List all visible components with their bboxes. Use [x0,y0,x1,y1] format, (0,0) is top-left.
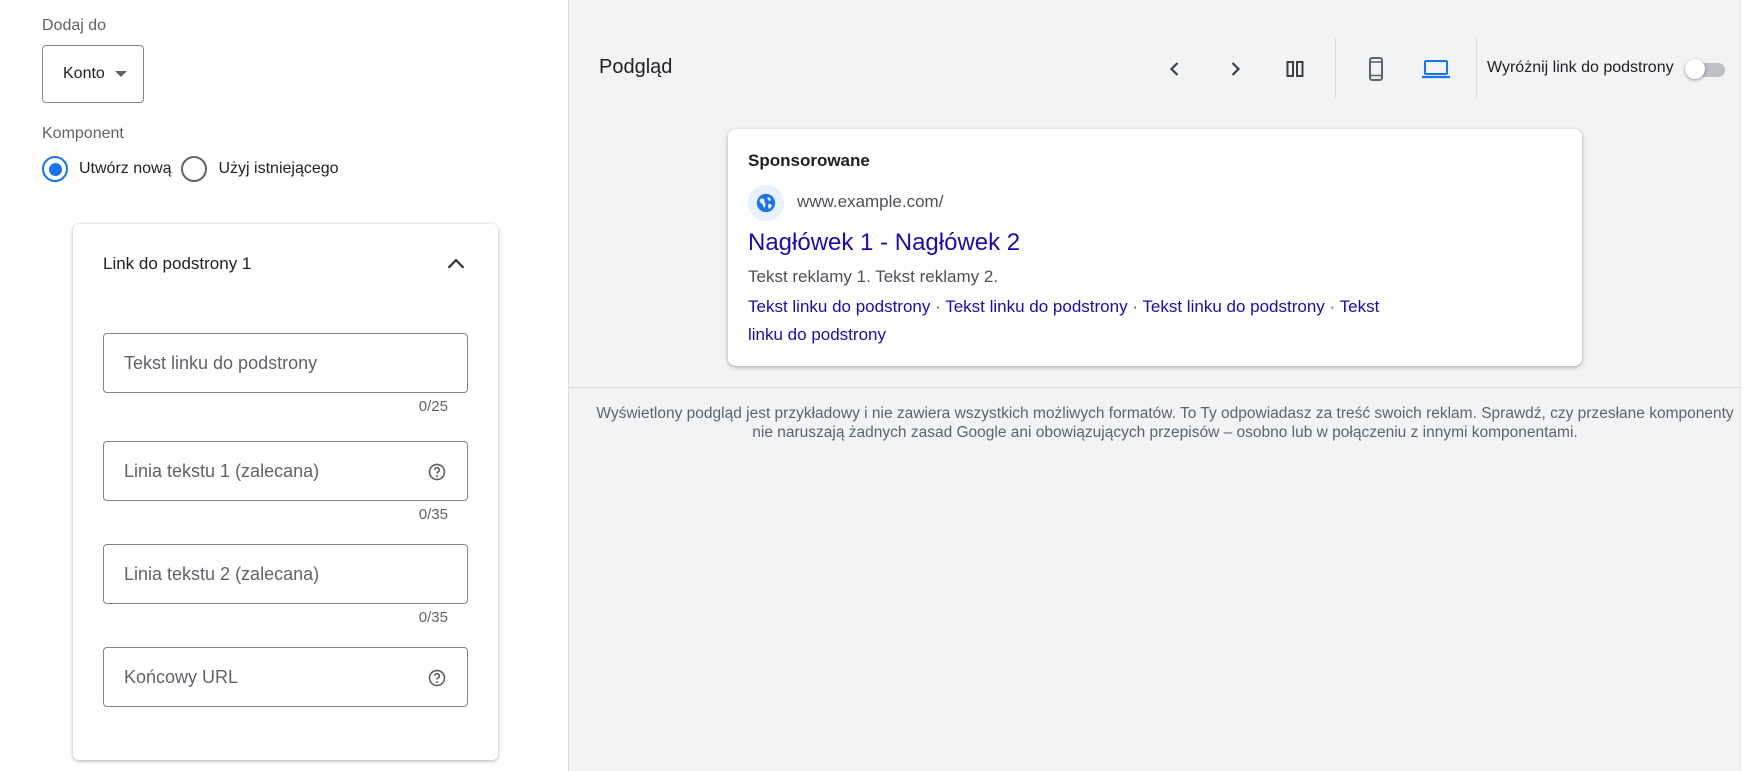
preview-title: Podgląd [599,56,673,78]
sitelink-card-title: Link do podstrony 1 [103,254,252,273]
toggle-thumb [1685,59,1705,79]
add-to-label: Dodaj do [42,17,107,34]
caret-down-icon [114,71,127,77]
sponsored-label: Sponsorowane [748,151,870,170]
sitelink-text-input[interactable] [104,334,467,392]
mobile-preview-button[interactable] [1354,47,1398,91]
radio-create-new-label[interactable]: Utwórz nową [79,160,171,178]
description-line-1-input[interactable] [104,442,467,500]
sitelink-card: Link do podstrony 1 0/25 0/35 0/35 [73,224,498,760]
laptop-icon [1422,60,1450,79]
desktop-preview-button[interactable] [1414,47,1458,91]
add-to-select[interactable]: Konto [42,45,144,103]
preview-divider [569,387,1741,388]
view-column-icon [1286,61,1304,77]
final-url-input[interactable] [104,648,467,706]
radio-use-existing[interactable] [181,156,208,182]
favicon [748,185,784,221]
ad-preview-card: Sponsorowane www.example.com/ Nagłówek 1… [728,129,1582,366]
globe-icon [756,193,776,213]
help-circle-icon[interactable] [427,462,447,482]
view-all-button[interactable] [1273,47,1317,91]
highlight-sitelink-label: Wyróżnij link do podstrony [1487,59,1674,76]
preview-panel: Podgląd Wyróżnij link do podstrony Spons… [569,0,1756,771]
sitelink-link[interactable]: Tekst linku do podstrony [748,297,930,316]
display-url: www.example.com/ [797,192,944,211]
right-edge-strip [1740,0,1756,771]
component-radio-group: Utwórz nową Użyj istniejącego [42,156,339,182]
chevron-left-icon [1169,62,1179,76]
smartphone-icon [1369,57,1383,81]
collapse-button[interactable] [436,244,476,284]
left-form-panel: Dodaj do Konto Komponent Utwórz nową Uży… [0,0,569,771]
sitelink-link[interactable]: Tekst linku do podstrony [945,297,1127,316]
description-line-1-field[interactable] [103,441,468,501]
ad-headline[interactable]: Nagłówek 1 - Nagłówek 2 [748,229,1020,257]
component-label: Komponent [42,125,124,142]
description-line-2-field[interactable] [103,544,468,604]
sitelink-text-counter: 0/25 [418,398,448,415]
description-line-1-counter: 0/35 [418,506,448,523]
radio-create-new[interactable] [42,156,68,182]
description-line-2-input[interactable] [104,545,467,603]
radio-dot [48,162,62,176]
chevron-right-icon [1231,62,1241,76]
radio-use-existing-label[interactable]: Użyj istniejącego [218,160,338,178]
sitelinks-list: Tekst linku do podstrony · Tekst linku d… [748,297,1380,344]
sitelink-text-field[interactable] [103,333,468,393]
toolbar-divider [1335,38,1336,98]
help-circle-icon[interactable] [427,668,447,688]
next-button[interactable] [1213,47,1257,91]
ad-description: Tekst reklamy 1. Tekst reklamy 2. [748,267,999,286]
highlight-sitelink-toggle[interactable] [1685,58,1729,80]
description-line-2-counter: 0/35 [418,609,448,626]
sitelink-link[interactable]: Tekst linku do podstrony [1142,297,1324,316]
chevron-up-icon [447,258,465,269]
preview-disclaimer: Wyświetlony podgląd jest przykładowy i n… [596,405,1734,441]
toolbar-divider [1476,38,1477,98]
final-url-field[interactable] [103,647,468,707]
add-to-select-value: Konto [63,65,105,82]
previous-button[interactable] [1153,47,1197,91]
